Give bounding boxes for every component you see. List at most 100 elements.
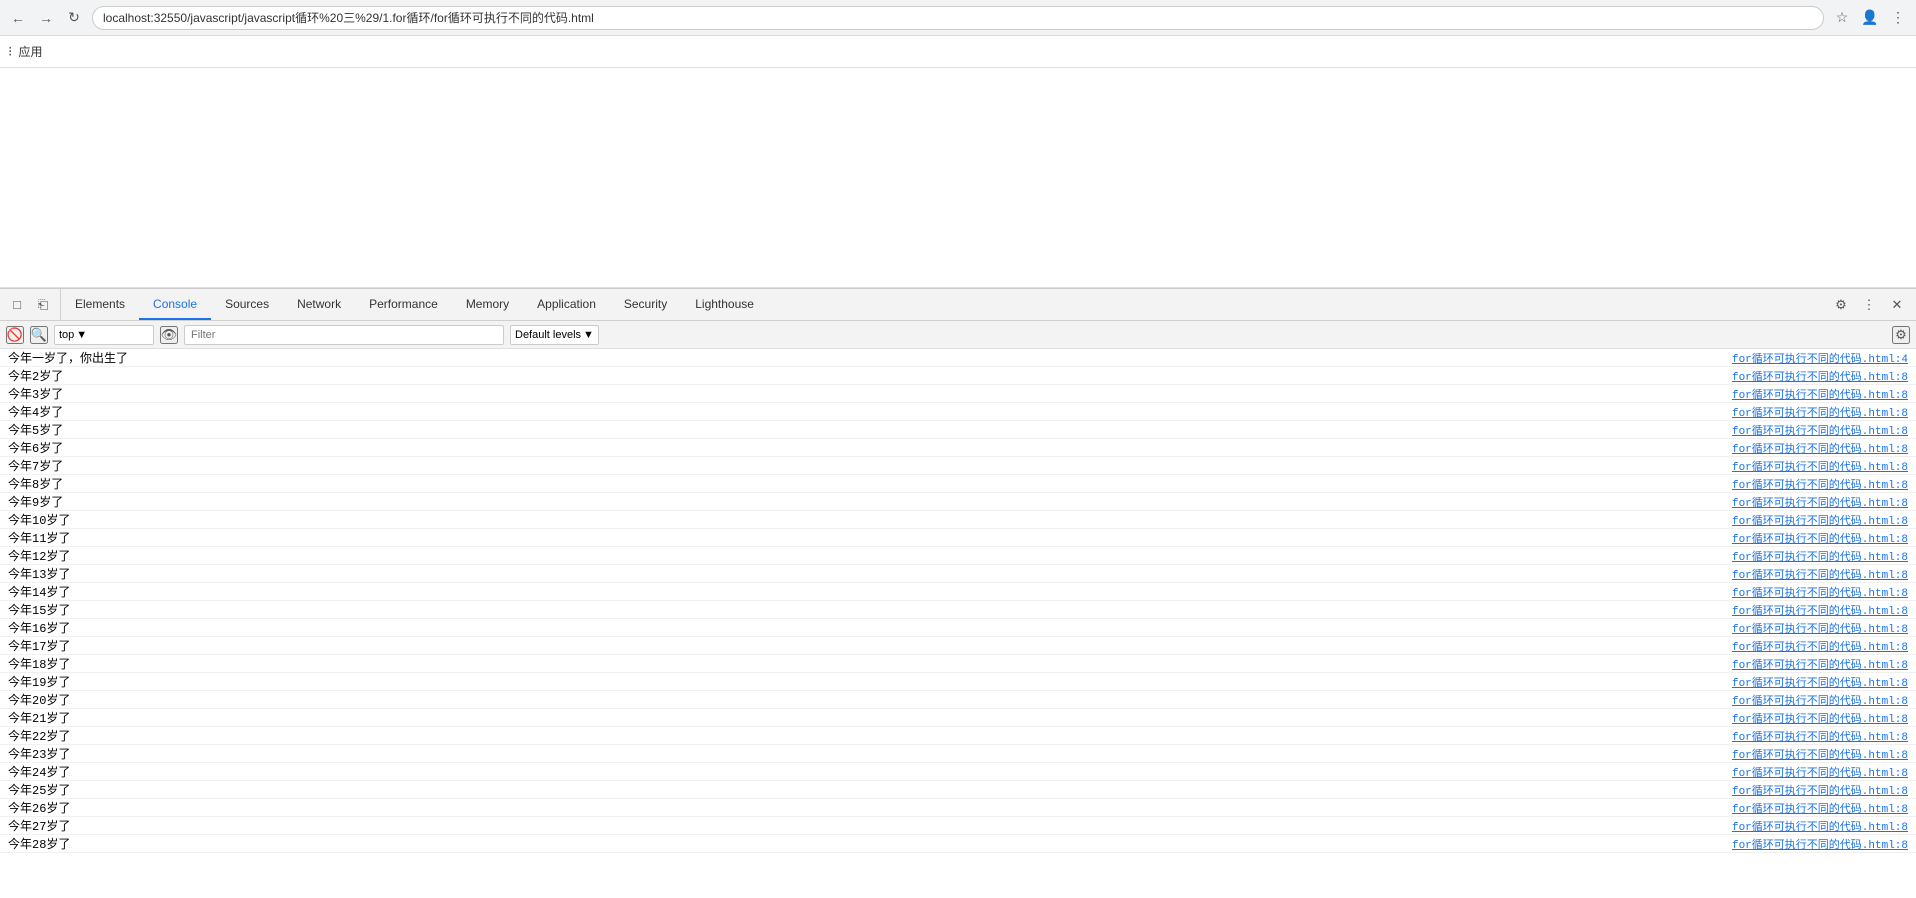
console-source-link[interactable]: for循环可执行不同的代码.html:8	[1732, 836, 1908, 852]
log-levels-arrow-icon: ▼	[583, 329, 594, 341]
console-row: 今年10岁了 for循环可执行不同的代码.html:8	[0, 511, 1916, 529]
console-message: 今年一岁了，你出生了	[8, 349, 128, 366]
console-message: 今年2岁了	[8, 367, 63, 384]
console-source-link[interactable]: for循环可执行不同的代码.html:8	[1732, 692, 1908, 708]
console-source-link[interactable]: for循环可执行不同的代码.html:8	[1732, 620, 1908, 636]
close-devtools-button[interactable]: ✕	[1886, 294, 1908, 316]
console-source-link[interactable]: for循环可执行不同的代码.html:8	[1732, 440, 1908, 456]
apps-grid-icon: ⁝	[8, 43, 12, 60]
console-row: 今年24岁了 for循环可执行不同的代码.html:8	[0, 763, 1916, 781]
inspect-element-button[interactable]: □	[6, 294, 28, 316]
console-row: 今年8岁了 for循环可执行不同的代码.html:8	[0, 475, 1916, 493]
device-mode-button[interactable]: ⎗	[32, 294, 54, 316]
console-row: 今年25岁了for循环可执行不同的代码.html:8	[0, 781, 1916, 799]
context-value: top	[59, 329, 74, 341]
console-message: 今年12岁了	[8, 547, 70, 564]
console-source-link[interactable]: for循环可执行不同的代码.html:8	[1732, 800, 1908, 816]
log-levels-selector[interactable]: Default levels ▼	[510, 325, 599, 345]
menu-button[interactable]: ⋮	[1888, 8, 1908, 28]
filter-icon[interactable]: 🔍	[30, 326, 48, 344]
console-row: 今年14岁了 for循环可执行不同的代码.html:8	[0, 583, 1916, 601]
page-content-area	[0, 68, 1916, 288]
console-source-link[interactable]: for循环可执行不同的代码.html:8	[1732, 404, 1908, 420]
console-source-link[interactable]: for循环可执行不同的代码.html:8	[1732, 782, 1908, 798]
console-message: 今年8岁了	[8, 475, 63, 492]
console-message: 今年17岁了	[8, 637, 70, 654]
console-message: 今年10岁了	[8, 511, 70, 528]
console-message: 今年14岁了	[8, 583, 70, 600]
console-message: 今年24岁了	[8, 763, 70, 780]
filter-input[interactable]	[184, 325, 504, 345]
console-source-link[interactable]: for循环可执行不同的代码.html:8	[1732, 548, 1908, 564]
console-message: 今年4岁了	[8, 403, 63, 420]
console-message: 今年7岁了	[8, 457, 63, 474]
bookmark-button[interactable]: ☆	[1832, 8, 1852, 28]
console-source-link[interactable]: for循环可执行不同的代码.html:8	[1732, 422, 1908, 438]
console-row: 今年28岁了 for循环可执行不同的代码.html:8	[0, 835, 1916, 853]
tab-performance[interactable]: Performance	[355, 289, 452, 320]
console-source-link[interactable]: for循环可执行不同的代码.html:8	[1732, 458, 1908, 474]
console-source-link[interactable]: for循环可执行不同的代码.html:8	[1732, 746, 1908, 762]
console-source-link[interactable]: for循环可执行不同的代码.html:8	[1732, 710, 1908, 726]
console-row: 今年18岁了 for循环可执行不同的代码.html:8	[0, 655, 1916, 673]
console-row: 今年9岁了 for循环可执行不同的代码.html:8	[0, 493, 1916, 511]
console-row: 今年26岁了for循环可执行不同的代码.html:8	[0, 799, 1916, 817]
devtools-panel: □ ⎗ Elements Console Sources Network Per…	[0, 288, 1916, 898]
tab-elements[interactable]: Elements	[61, 289, 139, 320]
console-source-link[interactable]: for循环可执行不同的代码.html:8	[1732, 512, 1908, 528]
devtools-tabs-bar: □ ⎗ Elements Console Sources Network Per…	[0, 289, 1916, 321]
reload-button[interactable]: ↻	[64, 8, 84, 28]
console-row: 今年20岁了 for循环可执行不同的代码.html:8	[0, 691, 1916, 709]
console-row: 今年11岁了for循环可执行不同的代码.html:8	[0, 529, 1916, 547]
console-source-link[interactable]: for循环可执行不同的代码.html:8	[1732, 494, 1908, 510]
console-source-link[interactable]: for循环可执行不同的代码.html:8	[1732, 386, 1908, 402]
console-source-link[interactable]: for循环可执行不同的代码.html:8	[1732, 566, 1908, 582]
console-source-link[interactable]: for循环可执行不同的代码.html:8	[1732, 530, 1908, 546]
console-source-link[interactable]: for循环可执行不同的代码.html:8	[1732, 368, 1908, 384]
console-row: 今年7岁了 for循环可执行不同的代码.html:8	[0, 457, 1916, 475]
forward-button[interactable]: →	[36, 8, 56, 28]
console-source-link[interactable]: for循环可执行不同的代码.html:8	[1732, 602, 1908, 618]
console-source-link[interactable]: for循环可执行不同的代码.html:8	[1732, 764, 1908, 780]
address-bar[interactable]	[92, 6, 1824, 30]
console-source-link[interactable]: for循环可执行不同的代码.html:8	[1732, 674, 1908, 690]
console-message: 今年28岁了	[8, 835, 70, 852]
tab-console[interactable]: Console	[139, 289, 211, 320]
tab-network[interactable]: Network	[283, 289, 355, 320]
console-row: 今年一岁了，你出生了 for循环可执行不同的代码.html:4	[0, 349, 1916, 367]
tab-sources[interactable]: Sources	[211, 289, 283, 320]
tab-memory[interactable]: Memory	[452, 289, 523, 320]
console-source-link[interactable]: for循环可执行不同的代码.html:8	[1732, 638, 1908, 654]
console-source-link[interactable]: for循环可执行不同的代码.html:8	[1732, 656, 1908, 672]
tab-lighthouse[interactable]: Lighthouse	[681, 289, 768, 320]
profile-button[interactable]: 👤	[1860, 8, 1880, 28]
console-row: 今年12岁了 for循环可执行不同的代码.html:8	[0, 547, 1916, 565]
console-message: 今年18岁了	[8, 655, 70, 672]
console-row: 今年23岁了 for循环可执行不同的代码.html:8	[0, 745, 1916, 763]
console-source-link[interactable]: for循环可执行不同的代码.html:8	[1732, 476, 1908, 492]
console-row: 今年6岁了for循环可执行不同的代码.html:8	[0, 439, 1916, 457]
console-source-link[interactable]: for循环可执行不同的代码.html:4	[1732, 350, 1908, 366]
console-source-link[interactable]: for循环可执行不同的代码.html:8	[1732, 728, 1908, 744]
console-source-link[interactable]: for循环可执行不同的代码.html:8	[1732, 818, 1908, 834]
console-message: 今年23岁了	[8, 745, 70, 762]
console-message: 今年9岁了	[8, 493, 63, 510]
console-message: 今年19岁了	[8, 673, 70, 690]
console-message: 今年20岁了	[8, 691, 70, 708]
console-message: 今年3岁了	[8, 385, 63, 402]
more-tools-button[interactable]: ⋮	[1858, 294, 1880, 316]
console-source-link[interactable]: for循环可执行不同的代码.html:8	[1732, 584, 1908, 600]
back-button[interactable]: ←	[8, 8, 28, 28]
browser-bar: ← → ↻ ☆ 👤 ⋮	[0, 0, 1916, 36]
tab-security[interactable]: Security	[610, 289, 681, 320]
clear-console-button[interactable]: 🚫	[6, 326, 24, 344]
context-selector[interactable]: top ▼	[54, 325, 154, 345]
console-message: 今年22岁了	[8, 727, 70, 744]
console-settings-button[interactable]: ⚙	[1892, 326, 1910, 344]
eye-icon[interactable]: 👁	[160, 326, 178, 344]
tab-application[interactable]: Application	[523, 289, 610, 320]
console-message: 今年27岁了	[8, 817, 70, 834]
apps-label: 应用	[18, 43, 42, 60]
console-row: 今年13岁了for循环可执行不同的代码.html:8	[0, 565, 1916, 583]
settings-button[interactable]: ⚙	[1830, 294, 1852, 316]
